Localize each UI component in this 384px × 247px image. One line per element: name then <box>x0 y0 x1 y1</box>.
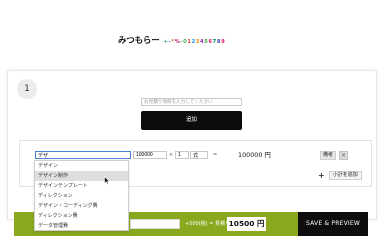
unit-field[interactable] <box>190 151 208 159</box>
delete-line-button[interactable]: × <box>339 151 348 160</box>
autocomplete-dropdown: デザイン デザイン制作 デザインテンプレート ディレクション デザイン・コーディング費デ… <box>34 160 129 231</box>
suggestion-item[interactable]: ディレクション費 <box>35 211 128 221</box>
suggestion-item[interactable]: デザイン制作 <box>35 171 128 181</box>
logo-text: みつもらー <box>118 36 160 46</box>
plus-icon[interactable]: + <box>318 171 325 180</box>
line-item-name-field[interactable] <box>35 151 131 159</box>
mouse-cursor-icon <box>104 176 110 185</box>
section-number-badge: 1 <box>17 79 37 99</box>
total-amount-field[interactable] <box>130 219 180 229</box>
add-subtotal-group: + 小計を追加 <box>318 171 362 180</box>
add-item-button[interactable]: 追加 <box>141 111 242 130</box>
suggestion-item[interactable]: デザイン・コーディング費 <box>35 201 128 211</box>
line-subtotal: 100000 円 <box>238 151 271 159</box>
unit-price-field[interactable] <box>133 151 167 159</box>
suggestion-item[interactable]: ディレクション <box>35 191 128 201</box>
save-preview-button[interactable]: SAVE & PREVIEW <box>298 212 368 236</box>
logo-char: 9 <box>221 39 226 45</box>
quantity-field[interactable] <box>175 151 189 159</box>
app-logo: みつもらー +-*%-0123456789 <box>118 34 225 46</box>
add-subtotal-button[interactable]: 小計を追加 <box>328 171 362 180</box>
logo-symbols: +-*%-0123456789 <box>164 39 226 45</box>
multiply-sign: × <box>169 152 174 158</box>
suggestion-item[interactable]: データ管理費 <box>35 221 128 231</box>
equals-sign: = <box>213 152 218 158</box>
item-name-input[interactable] <box>141 98 242 106</box>
tax-formula-text: +500(税) = 見積り <box>185 221 231 227</box>
suggestion-item[interactable]: デザインテンプレート <box>35 181 128 191</box>
grand-total: 10500 円 <box>227 217 266 231</box>
suggestion-item[interactable]: デザイン <box>35 161 128 171</box>
memo-button[interactable]: 備考 <box>320 151 336 160</box>
